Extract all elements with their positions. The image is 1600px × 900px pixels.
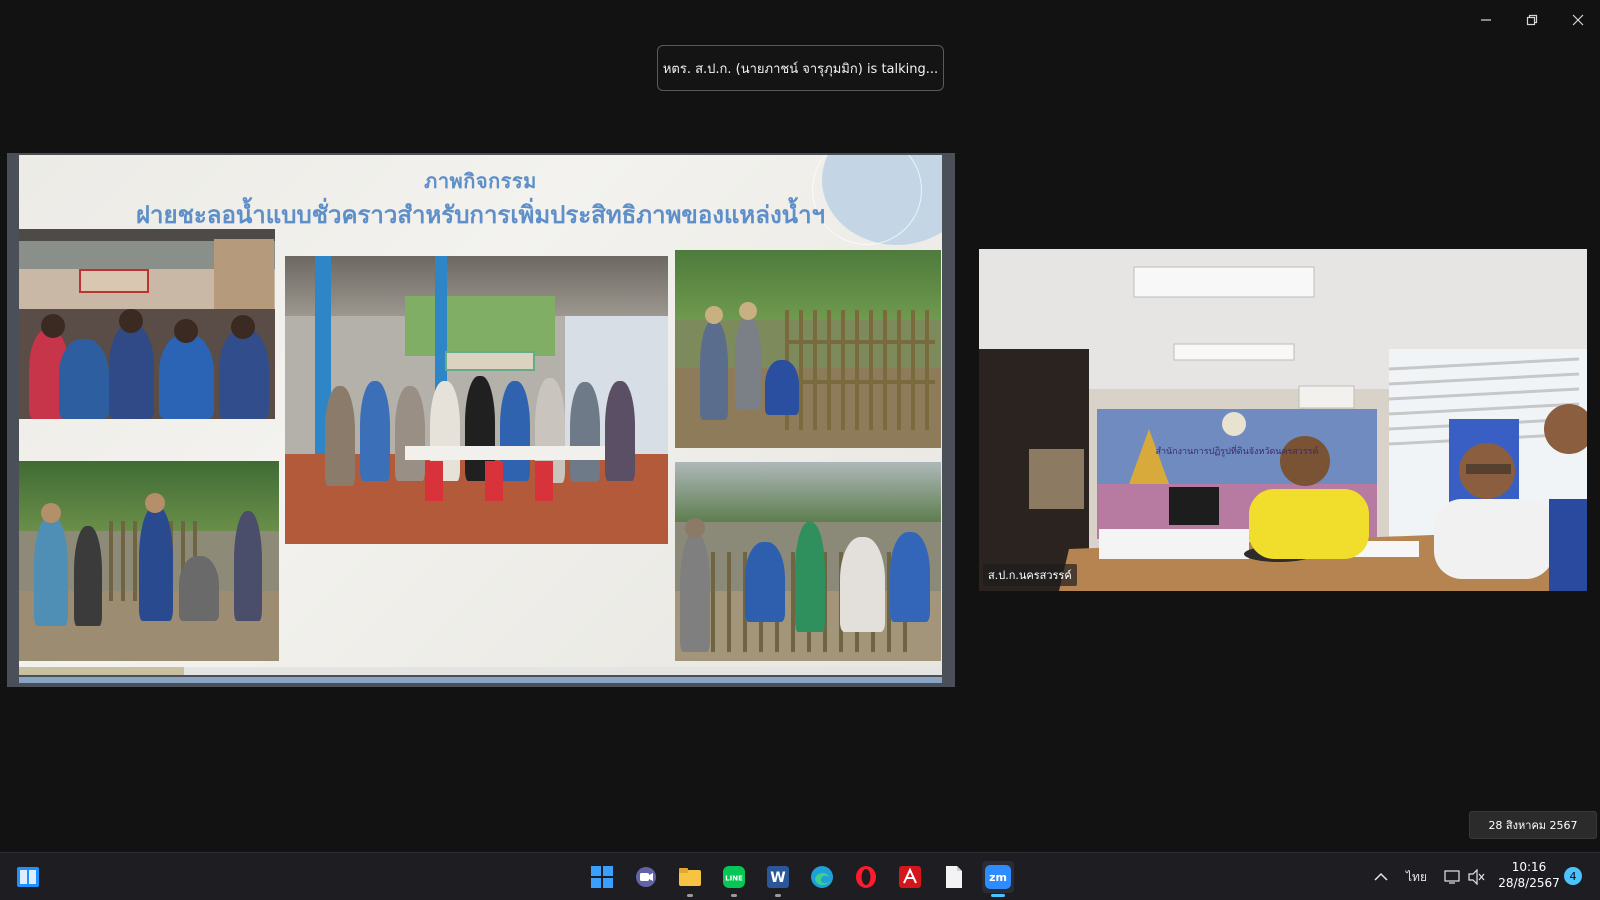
- widgets-icon[interactable]: [12, 861, 44, 893]
- close-icon[interactable]: [1558, 8, 1598, 32]
- taskbar-clock[interactable]: 10:16 28/8/2567: [1494, 859, 1564, 891]
- participant-video[interactable]: สำนักงานการปฏิรูปที่ดินจังหวัดนครสวรรค์ …: [979, 249, 1587, 591]
- line-icon[interactable]: LINE: [718, 861, 750, 897]
- activity-photo-3: [675, 250, 941, 448]
- word-icon[interactable]: W: [762, 861, 794, 897]
- slide-footer-bar: [19, 667, 942, 675]
- network-icon[interactable]: [1444, 853, 1462, 900]
- slide-title: ภาพกิจกรรม: [424, 169, 537, 193]
- meet-icon[interactable]: [630, 861, 662, 893]
- restore-icon[interactable]: [1512, 8, 1552, 32]
- zoom-meeting-window: หตร. ส.ป.ก. (นายภาชน์ จารุภุมมิก) is tal…: [0, 0, 1600, 900]
- edge-icon[interactable]: [806, 861, 838, 893]
- activity-photo-2: [285, 256, 668, 544]
- active-speaker-text: หตร. ส.ป.ก. (นายภาชน์ จารุภุมมิก) is tal…: [662, 61, 939, 77]
- language-indicator[interactable]: ไทย: [1406, 853, 1427, 900]
- zoom-icon[interactable]: zm: [982, 861, 1014, 897]
- video-frame-illustration: สำนักงานการปฏิรูปที่ดินจังหวัดนครสวรรค์: [979, 249, 1587, 591]
- acrobat-icon[interactable]: [894, 861, 926, 893]
- date-tooltip: 28 สิงหาคม 2567: [1469, 811, 1597, 839]
- start-icon[interactable]: [586, 861, 618, 893]
- activity-photo-4: [19, 461, 279, 661]
- language-label: ไทย: [1406, 869, 1427, 884]
- svg-text:W: W: [770, 870, 785, 886]
- shared-screen[interactable]: ภาพกิจกรรม ฝายชะลอน้ำแบบชั่วคราวสำหรับกา…: [7, 153, 955, 687]
- svg-text:zm: zm: [989, 871, 1007, 884]
- presentation-slide: ภาพกิจกรรม ฝายชะลอน้ำแบบชั่วคราวสำหรับกา…: [19, 155, 942, 675]
- svg-text:LINE: LINE: [725, 875, 743, 883]
- opera-icon[interactable]: [850, 861, 882, 893]
- taskbar: LINE W zm ไทย 10:16 28/8/2567 4: [0, 852, 1600, 900]
- clock-date: 28/8/2567: [1498, 876, 1560, 890]
- activity-photo-5: [675, 462, 941, 661]
- minimize-icon[interactable]: [1466, 8, 1506, 32]
- participant-name-label: ส.ป.ก.นครสวรรค์: [983, 564, 1077, 586]
- file-explorer-icon[interactable]: [674, 861, 706, 897]
- clock-time: 10:16: [1511, 860, 1547, 874]
- notification-badge[interactable]: 4: [1564, 867, 1582, 885]
- active-speaker-banner: หตร. ส.ป.ก. (นายภาชน์ จารุภุมมิก) is tal…: [657, 45, 944, 91]
- shared-screen-bottom-bar: [19, 677, 942, 683]
- show-hidden-icons-icon[interactable]: [1374, 853, 1388, 900]
- volume-muted-icon[interactable]: [1468, 853, 1486, 900]
- notepad-icon[interactable]: [938, 861, 970, 893]
- activity-photo-1: [19, 229, 275, 419]
